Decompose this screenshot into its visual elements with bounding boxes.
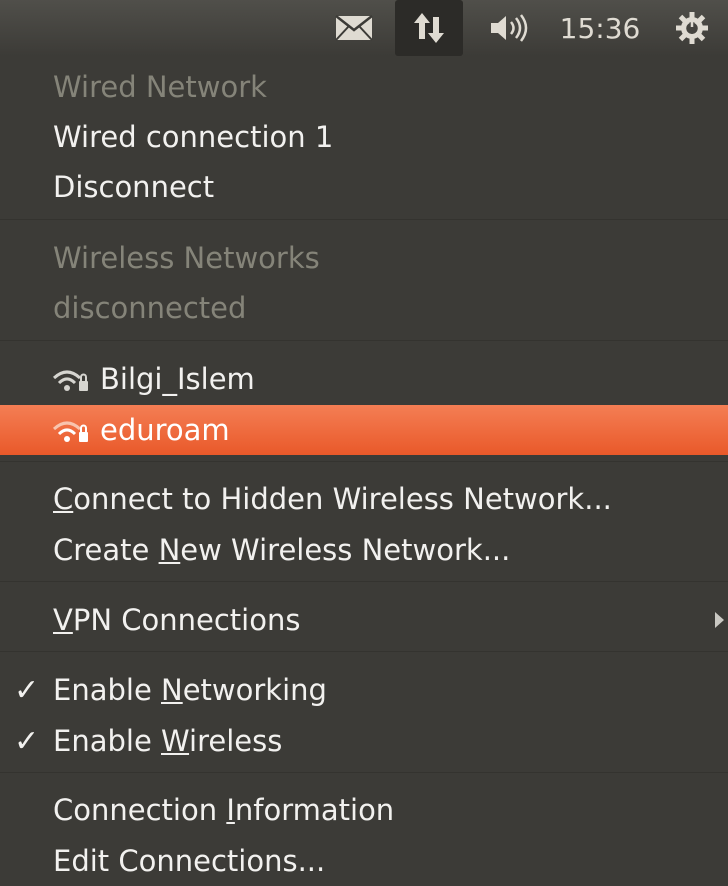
separator [0, 772, 728, 773]
wired-network-header: Wired Network [53, 70, 267, 104]
network-name: Bilgi_Islem [100, 362, 255, 396]
enable-wireless-item[interactable]: ✓ Enable Wireless [0, 716, 728, 766]
mail-icon [335, 15, 373, 41]
network-item-bilgi-islem[interactable]: Bilgi_Islem [0, 354, 728, 404]
disconnect-item[interactable]: Disconnect [0, 162, 728, 212]
wifi-signal-icon [52, 370, 88, 391]
power-gear-icon [676, 12, 708, 44]
separator [0, 219, 728, 220]
network-name: eduroam [100, 413, 230, 447]
separator [0, 651, 728, 652]
vpn-connections-item[interactable]: VPN Connections [0, 595, 728, 645]
clock[interactable]: 15:36 [550, 0, 650, 56]
create-new-network-item[interactable]: Create New Wireless Network... [0, 525, 728, 575]
wired-connection-item[interactable]: Wired connection 1 [0, 112, 728, 162]
network-indicator[interactable] [395, 0, 463, 56]
separator [0, 581, 728, 582]
checkmark-icon: ✓ [14, 672, 40, 708]
enable-networking-item[interactable]: ✓ Enable Networking [0, 665, 728, 715]
session-indicator[interactable] [662, 0, 722, 56]
volume-icon [491, 14, 528, 42]
connect-hidden-network-item[interactable]: Connect to Hidden Wireless Network... [0, 474, 728, 524]
connection-information-item[interactable]: Connection Information [0, 785, 728, 835]
network-arrows-icon [414, 13, 444, 43]
edit-connections-item[interactable]: Edit Connections... [0, 836, 728, 886]
mail-indicator[interactable] [326, 0, 382, 56]
volume-indicator[interactable] [478, 0, 540, 56]
wifi-signal-icon [52, 421, 88, 442]
checkmark-icon: ✓ [14, 723, 40, 759]
wireless-networks-header: Wireless Networks [53, 241, 320, 275]
separator [0, 340, 728, 341]
separator [0, 461, 728, 462]
network-item-eduroam[interactable]: eduroam [0, 405, 728, 455]
network-menu: Wired Network Wired connection 1 Disconn… [0, 56, 728, 885]
top-panel: 15:36 [0, 0, 728, 56]
wireless-status: disconnected [53, 291, 247, 325]
submenu-arrow-icon [715, 612, 724, 628]
